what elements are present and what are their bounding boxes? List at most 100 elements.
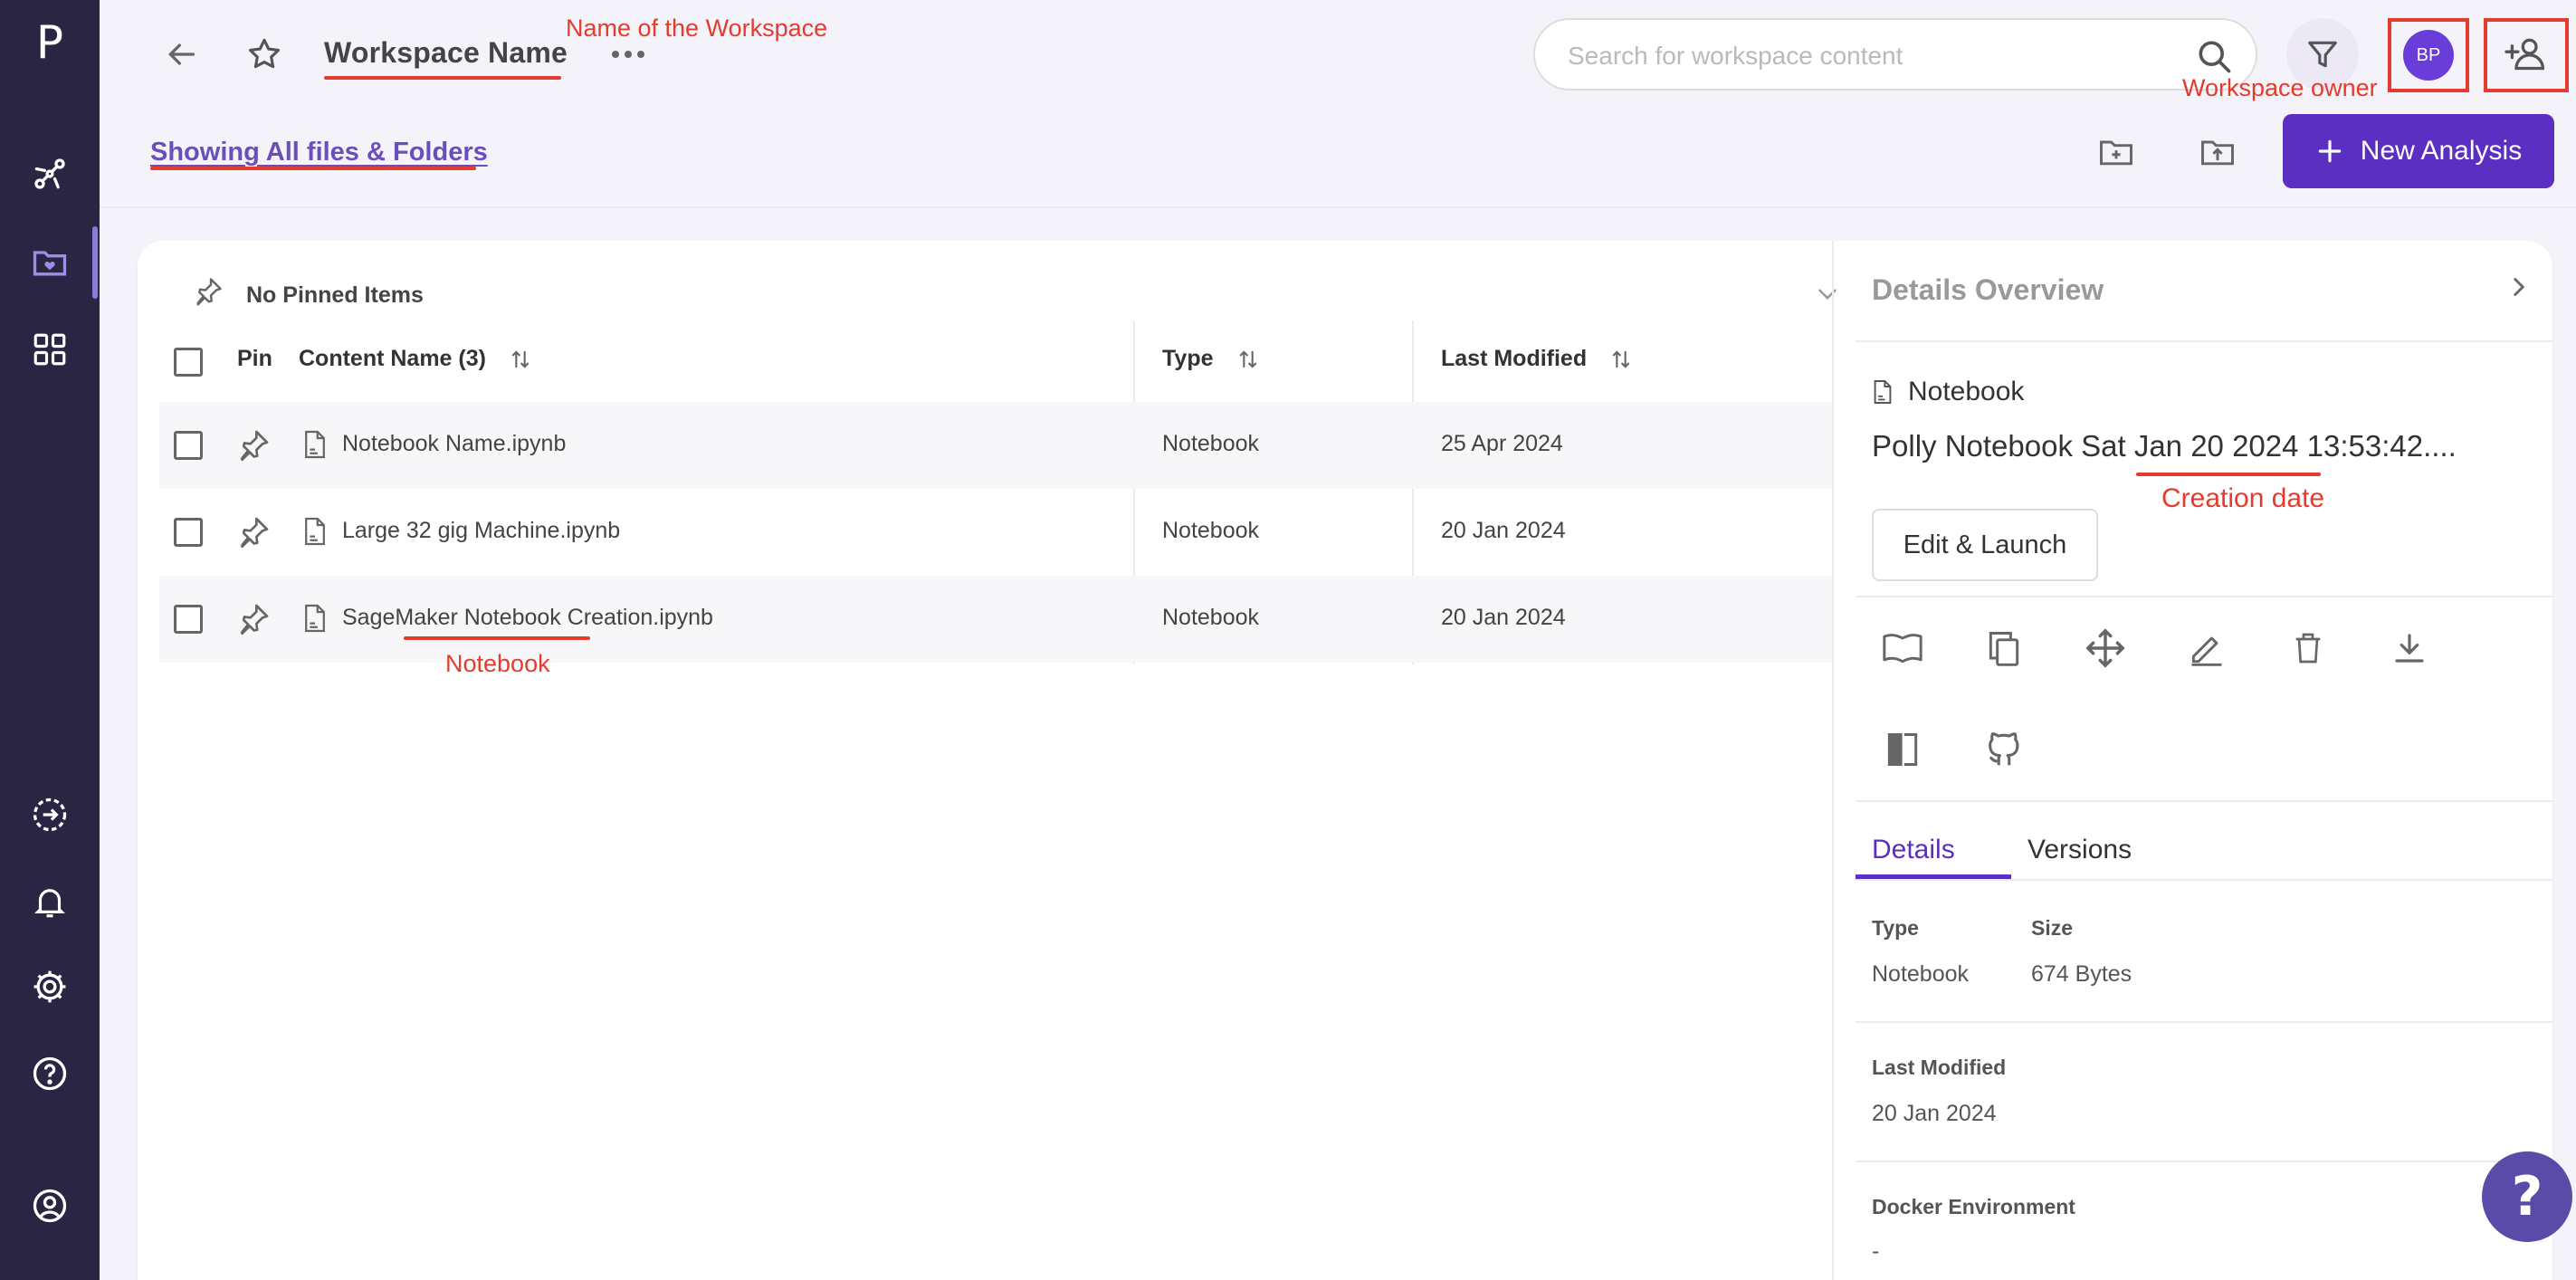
showing-filter-link[interactable]: Showing All files & Folders <box>150 138 488 167</box>
divider <box>1856 800 2552 802</box>
row-last-modified: 25 Apr 2024 <box>1441 431 1563 456</box>
annotation-creation-date: Creation date <box>2161 483 2325 513</box>
column-label: Type <box>1162 346 1214 371</box>
workspaces-nav-icon[interactable] <box>24 237 75 288</box>
pin-icon[interactable] <box>235 601 272 637</box>
item-title: Polly Notebook Sat Jan 20 2024 13:53:42.… <box>1872 429 2457 463</box>
table-row[interactable]: Notebook Name.ipynb Notebook 25 Apr 2024 <box>159 402 1832 489</box>
field-value-type: Notebook <box>1872 961 1970 987</box>
sort-icon[interactable] <box>1236 347 1261 372</box>
column-header-pin: Pin <box>237 346 272 372</box>
field-label-type: Type <box>1872 916 1919 940</box>
column-label: Content Name (3) <box>299 346 486 371</box>
notifications-bell-icon[interactable] <box>24 876 75 927</box>
divider <box>1856 1021 2552 1023</box>
help-chat-button[interactable]: ? <box>2482 1151 2572 1242</box>
more-options-icon[interactable] <box>601 36 655 72</box>
annotation-notebook: Notebook <box>445 650 550 677</box>
field-value-docker-environment: - <box>1872 1238 1880 1264</box>
field-value-size: 674 Bytes <box>2031 961 2132 987</box>
pinned-items-bar[interactable]: No Pinned Items <box>192 266 1930 326</box>
back-arrow-icon[interactable] <box>154 29 208 80</box>
help-circle-icon[interactable] <box>24 1048 75 1099</box>
table-row[interactable]: Large 32 gig Machine.ipynb Notebook 20 J… <box>159 489 1832 576</box>
row-checkbox[interactable] <box>174 518 203 547</box>
pin-icon[interactable] <box>235 427 272 463</box>
content-table: Pin Content Name (3) Type Last Modified <box>159 320 1832 664</box>
tab-versions[interactable]: Versions <box>2027 835 2132 865</box>
table-row[interactable]: SageMaker Notebook Creation.ipynb Notebo… <box>159 576 1832 663</box>
settings-gear-icon[interactable] <box>24 961 75 1012</box>
left-nav-rail: P <box>0 0 100 1280</box>
tab-details[interactable]: Details <box>1872 835 1955 865</box>
workspace-name: Workspace Name <box>324 36 568 69</box>
annotation-underline <box>324 76 561 80</box>
row-content-name[interactable]: Notebook Name.ipynb <box>342 431 566 457</box>
edit-launch-button[interactable]: Edit & Launch <box>1872 509 2098 581</box>
chevron-right-icon[interactable] <box>2504 272 2540 308</box>
item-kind: Notebook <box>1872 377 2024 407</box>
sort-icon[interactable] <box>508 347 533 372</box>
row-last-modified: 20 Jan 2024 <box>1441 605 1566 630</box>
switch-org-nav-icon[interactable] <box>24 789 75 840</box>
analysis-nav-icon[interactable] <box>24 148 75 199</box>
workspace-owner-highlight: BP <box>2388 18 2469 92</box>
search-box <box>1533 18 2257 91</box>
content-card: No Pinned Items Pin Content Name (3) Typ… <box>138 241 2552 1280</box>
annotation-workspace-owner: Workspace owner <box>2182 74 2378 101</box>
column-label: Pin <box>237 346 272 371</box>
column-label: Last Modified <box>1441 346 1588 371</box>
sort-icon[interactable] <box>1608 347 1634 372</box>
row-last-modified: 20 Jan 2024 <box>1441 518 1566 543</box>
column-header-content-name[interactable]: Content Name (3) <box>299 346 533 372</box>
header-divider <box>100 206 2576 208</box>
github-icon[interactable] <box>1979 724 2029 775</box>
plus-icon <box>2318 139 2342 163</box>
move-arrows-icon[interactable] <box>2080 623 2131 673</box>
field-label-last-modified: Last Modified <box>1872 1056 2007 1079</box>
apps-grid-nav-icon[interactable] <box>24 324 75 375</box>
delete-trash-icon[interactable] <box>2283 623 2333 673</box>
compare-versions-icon[interactable] <box>1877 724 1928 775</box>
row-checkbox[interactable] <box>174 431 203 460</box>
annotation-underline <box>2136 473 2321 476</box>
divider <box>1856 596 2552 597</box>
row-type: Notebook <box>1162 431 1260 456</box>
download-icon[interactable] <box>2384 623 2435 673</box>
row-checkbox[interactable] <box>174 605 203 634</box>
new-analysis-label: New Analysis <box>2360 136 2523 166</box>
search-icon[interactable] <box>2194 36 2234 76</box>
field-label-docker-environment: Docker Environment <box>1872 1195 2075 1218</box>
pin-icon[interactable] <box>235 514 272 550</box>
add-user-icon[interactable] <box>2503 33 2550 78</box>
new-analysis-button[interactable]: New Analysis <box>2283 114 2554 188</box>
notebook-file-icon <box>302 429 328 460</box>
owner-avatar[interactable]: BP <box>2403 30 2454 81</box>
row-type: Notebook <box>1162 518 1260 543</box>
active-nav-indicator <box>92 226 98 299</box>
new-folder-icon[interactable] <box>2087 125 2145 179</box>
rename-pencil-icon[interactable] <box>2181 623 2232 673</box>
user-profile-icon[interactable] <box>24 1180 75 1231</box>
app-logo[interactable]: P <box>0 16 100 69</box>
column-header-last-modified[interactable]: Last Modified <box>1441 346 1634 372</box>
copy-icon[interactable] <box>1979 623 2029 673</box>
select-all-checkbox[interactable] <box>174 348 203 377</box>
divider <box>1856 340 2552 342</box>
upload-folder-icon[interactable] <box>2189 125 2247 179</box>
favorite-star-icon[interactable] <box>237 29 291 80</box>
details-panel: Details Overview Notebook Polly Notebook… <box>1832 241 2552 1280</box>
annotation-underline <box>404 636 590 640</box>
row-content-name[interactable]: SageMaker Notebook Creation.ipynb <box>342 605 713 631</box>
row-content-name[interactable]: Large 32 gig Machine.ipynb <box>342 518 620 544</box>
row-type: Notebook <box>1162 605 1260 630</box>
divider <box>1856 879 2552 881</box>
add-user-highlight <box>2484 18 2569 92</box>
table-header: Pin Content Name (3) Type Last Modified <box>159 320 1832 402</box>
open-book-icon[interactable] <box>1877 623 1928 673</box>
notebook-file-icon <box>302 603 328 634</box>
search-input[interactable] <box>1568 38 2165 74</box>
divider <box>1856 1161 2552 1162</box>
field-value-last-modified: 20 Jan 2024 <box>1872 1101 1997 1126</box>
column-header-type[interactable]: Type <box>1162 346 1261 372</box>
